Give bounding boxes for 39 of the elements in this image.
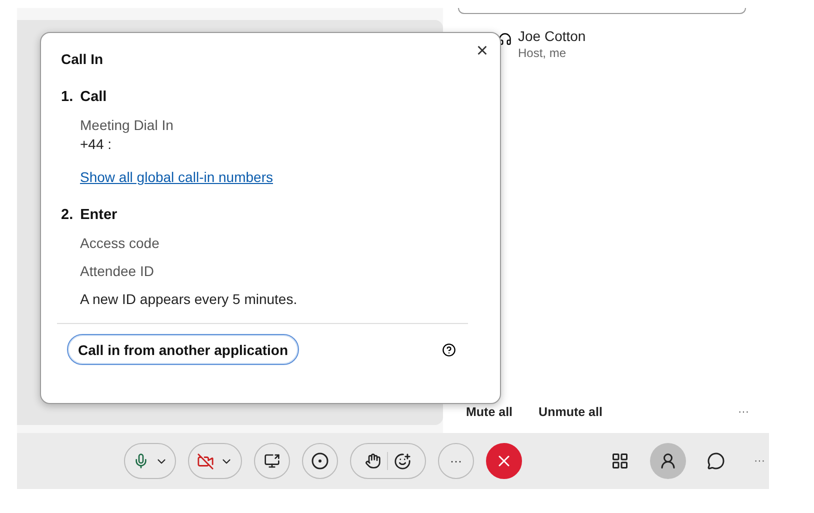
step-number: 2. [61,207,74,223]
record-icon [311,452,329,470]
microphone-icon [132,453,148,469]
step-title: Call [80,89,107,105]
microphone-button[interactable] [124,443,176,479]
apps-icon [611,452,629,470]
chat-icon [707,452,725,470]
dialog-title: Call In [61,51,104,67]
participant-role: Host, me [518,46,568,60]
more-button[interactable]: ··· [738,406,749,418]
camera-button[interactable] [188,443,242,479]
search-field[interactable] [458,8,746,14]
end-call-button[interactable] [486,443,522,479]
mute-button[interactable]: Mute all [466,405,513,419]
reactions-button[interactable] [350,443,426,479]
step-title: Enter [80,207,118,223]
help-icon[interactable] [442,342,456,356]
participants-button[interactable] [650,443,686,479]
field-label: Meeting Dial In [80,117,174,133]
note-text: A new ID appears every 5 minutes. [80,291,298,307]
mute-button[interactable]: Unmute all [538,405,602,419]
field-label: Access code [80,235,160,251]
field-label: Attendee ID [80,263,155,279]
camera-off-icon [197,452,214,470]
share-screen-icon [264,453,280,469]
call-in-numbers-link[interactable]: Show all global call-in numbers [80,169,273,185]
smiley-icon [394,452,411,470]
call-in-button[interactable]: Call in from another application [67,334,300,365]
record-button[interactable] [302,443,338,479]
participant-name: Joe Cotton [518,28,586,44]
more-button[interactable]: ··· [746,455,765,467]
share-button[interactable] [254,443,290,479]
more-button[interactable]: ··· [438,443,474,479]
hand-icon [365,453,381,469]
close-button[interactable]: × [474,41,490,61]
person-icon [659,452,677,470]
headset-icon [498,32,512,46]
phone-number: +44 : [80,136,113,152]
step-number: 1. [61,89,74,105]
